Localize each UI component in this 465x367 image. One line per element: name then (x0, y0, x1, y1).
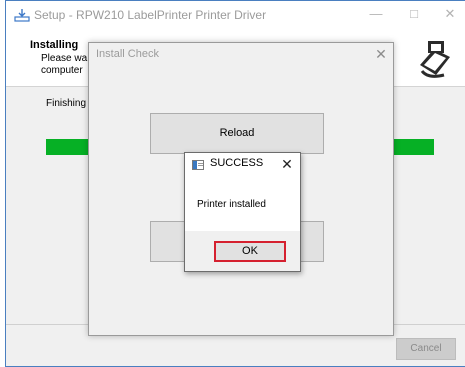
setup-title: Setup - RPW210 LabelPrinter Printer Driv… (34, 8, 267, 22)
maximize-button[interactable]: □ (402, 5, 426, 23)
message-text: Printer installed (197, 199, 266, 210)
install-check-title: Install Check (96, 48, 159, 60)
message-box-close-button[interactable]: ✕ (278, 155, 296, 173)
cancel-button[interactable]: Cancel (396, 338, 456, 360)
message-box-footer: OK (185, 231, 300, 271)
setup-icon (14, 8, 30, 22)
status-text: Finishing i (46, 98, 92, 109)
message-box-title: SUCCESS (210, 157, 264, 169)
page-subtext-line2: computer (41, 65, 83, 76)
message-box-icon (192, 160, 204, 170)
close-button[interactable]: ✕ (438, 5, 462, 23)
page-subtext-line1: Please wa (41, 53, 88, 64)
minimize-button[interactable]: — (364, 5, 388, 23)
page-heading: Installing (30, 39, 79, 51)
setup-titlebar: Setup - RPW210 LabelPrinter Printer Driv… (6, 1, 465, 29)
install-check-close-button[interactable]: ✕ (372, 45, 390, 63)
success-message-box: SUCCESS ✕ Printer installed OK (184, 152, 301, 272)
ok-button[interactable]: OK (214, 241, 286, 262)
reload-button[interactable]: Reload (150, 113, 324, 154)
printer-logo-icon (414, 35, 456, 81)
